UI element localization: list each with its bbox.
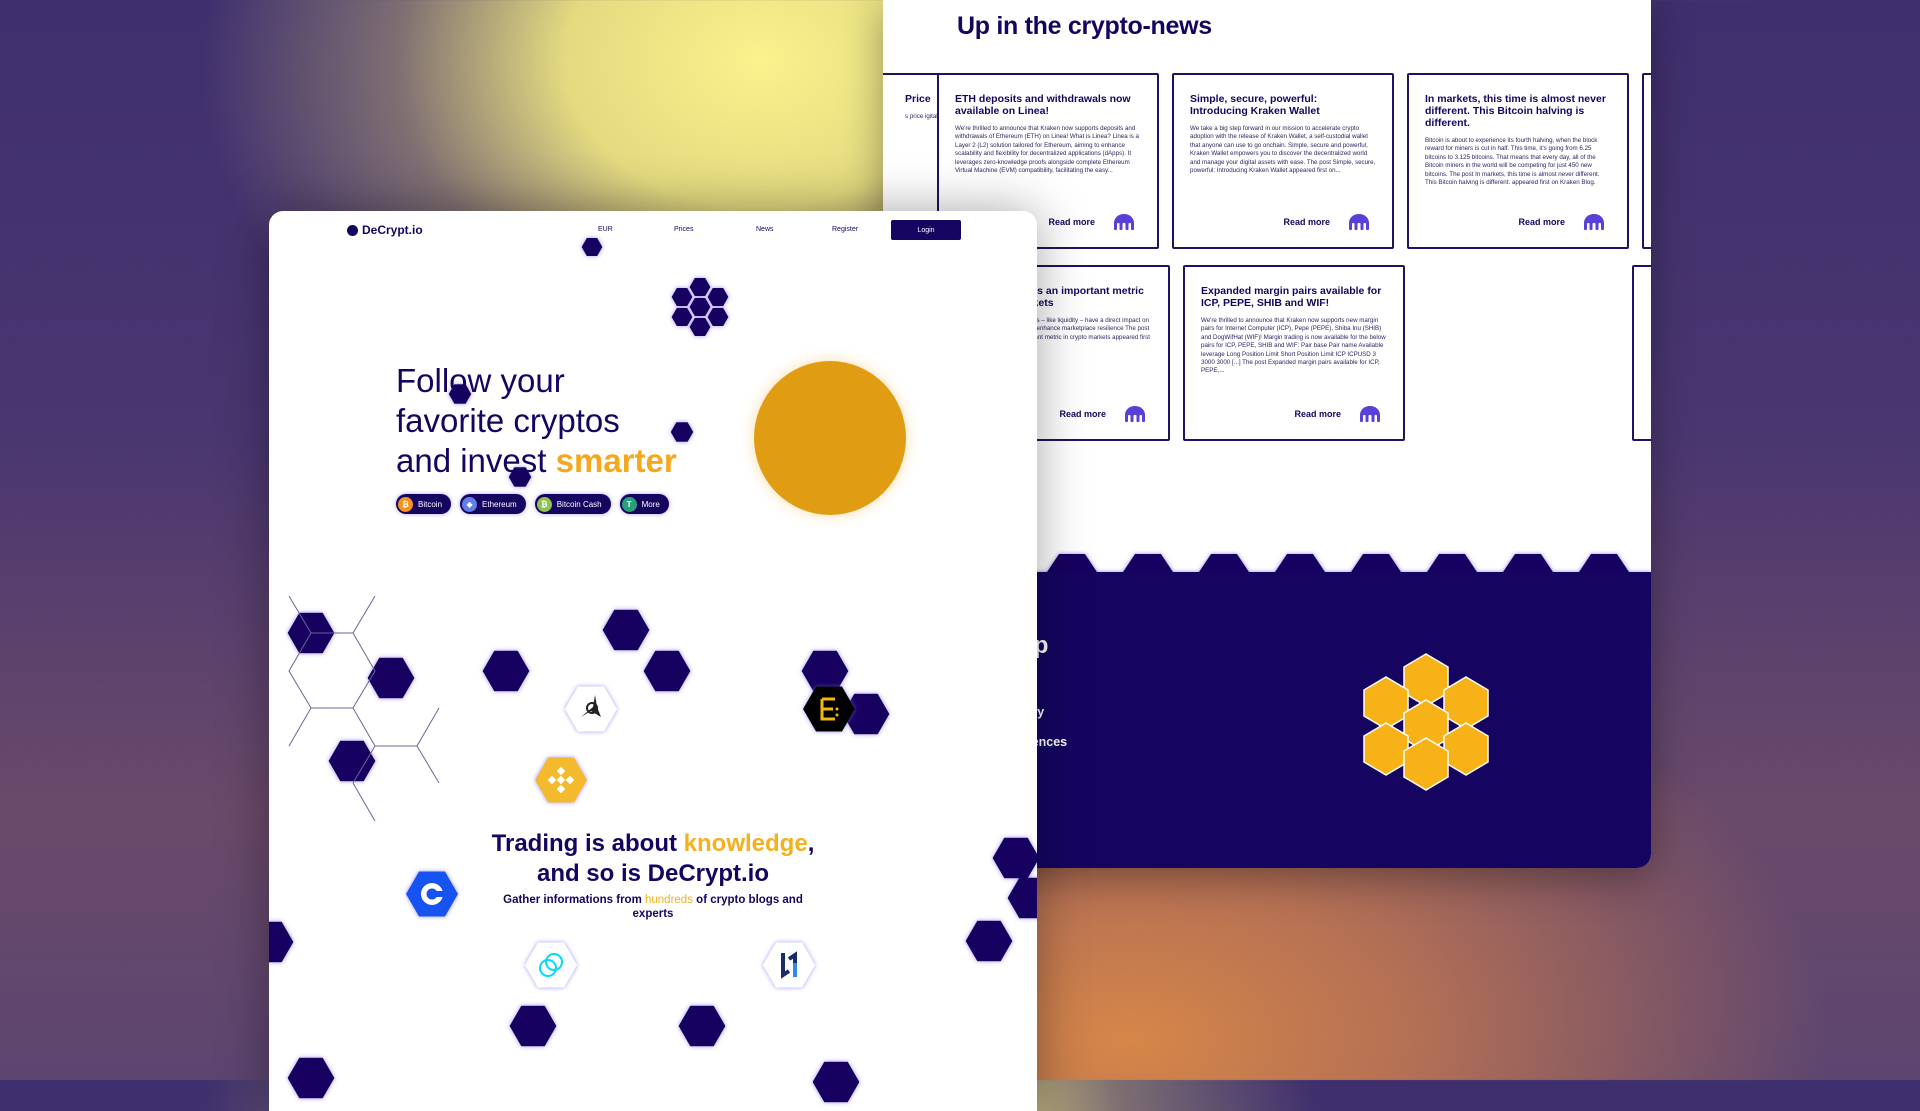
nav-link-news[interactable]: News	[756, 226, 774, 233]
headline-line: favorite cryptos	[396, 402, 620, 439]
subtitle-text: Gather informations from	[503, 894, 645, 906]
news-card-title: ETH deposits and withdrawals now availab…	[955, 93, 1131, 117]
news-section-title: Up in the crypto-news	[957, 12, 1212, 40]
brand-name: DeCrypt.io	[362, 223, 423, 237]
headline-line: Follow your	[396, 362, 565, 399]
kraken-icon	[1583, 213, 1605, 231]
chip-label: More	[641, 499, 660, 509]
news-card-excerpt: We're thrilled to announce that Kraken n…	[955, 125, 1139, 175]
read-more-link[interactable]: Read more	[1294, 409, 1341, 419]
knowledge-section: Trading is about knowledge, and so is DeC…	[269, 829, 1037, 921]
news-card-excerpt: We're thrilled to announce that Kraken n…	[1201, 317, 1386, 375]
bitcoin-icon: ₿	[398, 496, 413, 512]
knowledge-title: Trading is about knowledge, and so is DeC…	[269, 829, 1037, 889]
knowledge-subtitle: Gather informations from hundreds of cry…	[493, 893, 813, 921]
news-card-excerpt: Bitcoin is about to experience its fourt…	[1425, 137, 1600, 187]
hero-headline: Follow your favorite cryptos and invest …	[396, 361, 677, 481]
tether-icon: T	[621, 496, 637, 512]
bitfinex-like-icon	[565, 686, 617, 732]
bitcoin-cash-icon: ₿	[536, 496, 552, 512]
crypto-chip-list: ₿ Bitcoin ◆ Ethereum ₿ Bitcoin Cash T More	[396, 494, 669, 514]
kraken-icon	[1359, 405, 1381, 423]
news-card[interactable]: Expanded margin pairs available for ICP,…	[1183, 265, 1405, 441]
news-card-title: In markets, this time is almost never di…	[1425, 93, 1606, 129]
headline-line: and invest	[396, 442, 556, 479]
nav-link-eur[interactable]: EUR	[598, 226, 613, 233]
ethereum-icon: ◆	[462, 496, 478, 512]
brand-logo[interactable]: DeCrypt.io	[347, 223, 423, 237]
read-more-link[interactable]: Read more	[1048, 217, 1095, 227]
gold-circle-decoration	[754, 361, 906, 515]
gemini-icon	[525, 942, 577, 988]
news-card-title: Simple, secure, powerful: Introducing Kr…	[1190, 93, 1320, 117]
news-card-partial[interactable]	[1632, 265, 1651, 441]
top-navigation: DeCrypt.io EUR Prices News Register Logi…	[269, 211, 1037, 251]
read-more-link[interactable]: Read more	[1059, 409, 1106, 419]
kraken-icon	[1348, 213, 1370, 231]
news-card[interactable]: Simple, secure, powerful: Introducing Kr…	[1172, 73, 1394, 249]
nav-link-prices[interactable]: Prices	[674, 226, 693, 233]
chip-label: Bitcoin Cash	[556, 499, 602, 509]
kraken-icon	[1124, 405, 1146, 423]
read-more-link[interactable]: Read more	[1283, 217, 1330, 227]
news-card[interactable]: In markets, this time is almost never di…	[1407, 73, 1629, 249]
kraken-icon	[1113, 213, 1135, 231]
hexagon-background-decoration	[269, 238, 1037, 1103]
honeycomb-icon	[1363, 653, 1489, 791]
news-card-partial[interactable]	[1642, 73, 1651, 249]
title-text: and so is DeCrypt.io	[536, 860, 770, 887]
binance-icon	[535, 757, 587, 803]
title-text: Trading is about	[491, 830, 684, 857]
chip-more[interactable]: T More	[619, 494, 669, 514]
news-card-title: Expanded margin pairs available for ICP,…	[1201, 285, 1382, 309]
login-button[interactable]: Login	[891, 220, 961, 240]
chip-label: Bitcoin	[418, 499, 443, 509]
huobi-icon	[763, 942, 815, 988]
chip-bitcoin-cash[interactable]: ₿ Bitcoin Cash	[534, 494, 611, 514]
chip-ethereum[interactable]: ◆ Ethereum	[460, 494, 526, 514]
subtitle-accent: hundreds	[645, 894, 693, 906]
news-card-excerpt: We take a big step forward in our missio…	[1190, 125, 1376, 175]
title-accent: knowledge	[683, 830, 808, 857]
nav-link-register[interactable]: Register	[832, 226, 858, 233]
chip-label: Ethereum	[482, 499, 517, 509]
exchange-e-icon	[803, 686, 855, 732]
headline-accent: smarter	[555, 442, 677, 479]
chip-bitcoin[interactable]: ₿ Bitcoin	[396, 494, 452, 514]
logo-icon	[347, 224, 358, 236]
read-more-link[interactable]: Read more	[1518, 217, 1565, 227]
landing-page-panel: DeCrypt.io EUR Prices News Register Logi…	[269, 211, 1037, 1111]
title-text: ,	[807, 830, 815, 857]
